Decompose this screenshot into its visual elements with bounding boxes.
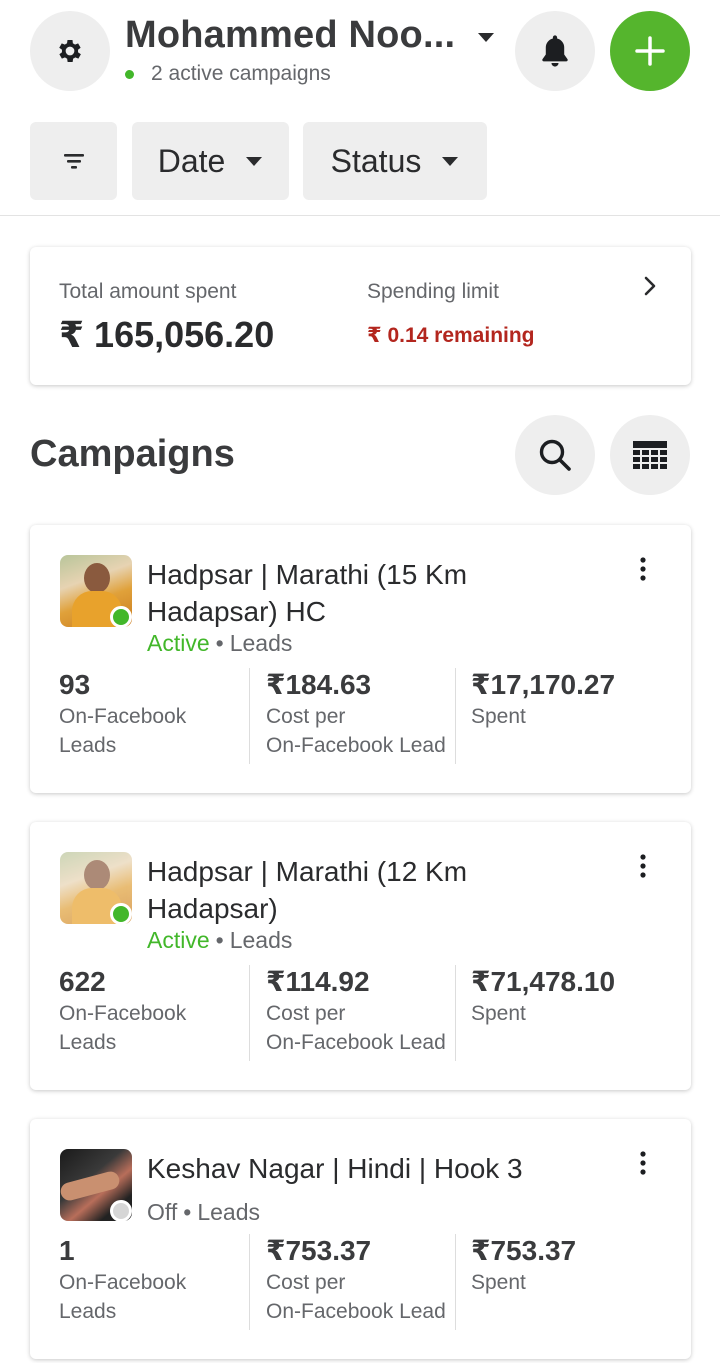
metric-label: Cost per bbox=[266, 1002, 346, 1025]
campaign-metrics: 1 On-Facebook Leads ₹753.37 Cost per On-… bbox=[30, 1234, 691, 1330]
campaign-state: Off bbox=[147, 1199, 178, 1225]
spending-limit-remaining: ₹ 0.14 remaining bbox=[367, 324, 535, 347]
account-name[interactable]: Mohammed Noo... bbox=[125, 14, 455, 57]
search-campaigns-button[interactable] bbox=[515, 415, 595, 495]
table-view-button[interactable] bbox=[610, 415, 690, 495]
chevron-right-icon[interactable] bbox=[642, 275, 658, 297]
caret-down-icon bbox=[442, 157, 459, 166]
metric-cost-per-lead: ₹184.63 Cost per On-Facebook Lead bbox=[249, 668, 455, 764]
date-filter-label: Date bbox=[157, 142, 226, 179]
campaign-objective: Leads bbox=[229, 927, 293, 953]
create-campaign-button[interactable] bbox=[610, 11, 690, 91]
campaign-status-dot bbox=[110, 1200, 132, 1222]
campaign-objective: Leads bbox=[197, 1199, 260, 1225]
date-filter-dropdown[interactable]: Date bbox=[132, 122, 289, 200]
gear-icon bbox=[59, 40, 81, 62]
metric-leads: 1 On-Facebook Leads bbox=[59, 1234, 249, 1330]
filter-lines-icon bbox=[63, 154, 84, 169]
spending-limit-label: Spending limit bbox=[367, 280, 499, 303]
campaign-metrics: 622 On-Facebook Leads ₹114.92 Cost per O… bbox=[30, 965, 691, 1061]
total-spent-value: ₹ 165,056.20 bbox=[59, 314, 275, 355]
metric-label: On-Facebook Lead bbox=[266, 1031, 446, 1054]
metric-label: On-Facebook bbox=[59, 1271, 187, 1294]
metric-label: Leads bbox=[59, 734, 117, 757]
search-icon bbox=[539, 439, 571, 471]
more-options-icon[interactable] bbox=[635, 852, 651, 882]
metric-cost-per-lead: ₹114.92 Cost per On-Facebook Lead bbox=[249, 965, 455, 1061]
total-spent-label: Total amount spent bbox=[59, 280, 237, 303]
bell-icon bbox=[542, 35, 568, 67]
campaign-name: Hadpsar | Marathi (15 Km Hadapsar) HC bbox=[147, 559, 468, 627]
metric-value: 622 bbox=[59, 966, 106, 997]
metric-leads: 93 On-Facebook Leads bbox=[59, 668, 249, 764]
campaign-card[interactable]: Hadpsar | Marathi (15 Km Hadapsar) HC Ac… bbox=[30, 525, 691, 793]
more-options-icon[interactable] bbox=[635, 1149, 651, 1179]
metric-value: 1 bbox=[59, 1235, 75, 1266]
active-dot bbox=[125, 69, 134, 79]
spending-summary-card[interactable]: Total amount spent ₹ 165,056.20 Spending… bbox=[30, 247, 691, 385]
metric-spent: ₹753.37 Spent bbox=[455, 1234, 655, 1330]
caret-down-icon bbox=[246, 157, 263, 166]
app-header: Mohammed Noo... 2 active campaigns bbox=[0, 0, 720, 110]
caret-down-icon[interactable] bbox=[476, 30, 496, 44]
campaigns-title: Campaigns bbox=[30, 433, 235, 475]
campaign-meta: Off • Leads bbox=[147, 1199, 260, 1225]
campaign-state: Active bbox=[147, 927, 210, 953]
metric-label: Spent bbox=[471, 1002, 526, 1025]
campaign-meta: Active • Leads bbox=[147, 630, 293, 656]
campaign-name: Hadpsar | Marathi (12 Km Hadapsar) bbox=[147, 856, 468, 924]
settings-button[interactable] bbox=[30, 11, 110, 91]
metric-value: ₹184.63 bbox=[266, 669, 372, 700]
metric-value: ₹71,478.10 bbox=[471, 966, 616, 997]
filter-button[interactable] bbox=[30, 122, 117, 200]
metric-value: ₹114.92 bbox=[266, 966, 370, 997]
metric-spent: ₹17,170.27 Spent bbox=[455, 668, 655, 764]
metric-cost-per-lead: ₹753.37 Cost per On-Facebook Lead bbox=[249, 1234, 455, 1330]
metric-label: Spent bbox=[471, 705, 526, 728]
metric-label: On-Facebook Lead bbox=[266, 1300, 446, 1323]
status-filter-dropdown[interactable]: Status bbox=[303, 122, 487, 200]
status-filter-label: Status bbox=[330, 142, 422, 179]
metric-label: Leads bbox=[59, 1300, 117, 1323]
metric-label: On-Facebook Lead bbox=[266, 734, 446, 757]
campaign-name: Keshav Nagar | Hindi | Hook 3 bbox=[147, 1153, 523, 1184]
metric-value: ₹17,170.27 bbox=[471, 669, 616, 700]
plus-icon bbox=[635, 36, 665, 66]
metric-label: Spent bbox=[471, 1271, 526, 1294]
metric-label: On-Facebook bbox=[59, 1002, 187, 1025]
campaign-card[interactable]: Hadpsar | Marathi (12 Km Hadapsar) Activ… bbox=[30, 822, 691, 1090]
campaign-status-dot bbox=[110, 903, 132, 925]
campaign-objective: Leads bbox=[229, 630, 293, 656]
active-campaigns-text: 2 active campaigns bbox=[151, 62, 331, 85]
metric-label: Leads bbox=[59, 1031, 117, 1054]
metric-label: Cost per bbox=[266, 705, 346, 728]
table-icon bbox=[633, 441, 667, 469]
metric-value: 93 bbox=[59, 669, 91, 700]
campaign-card[interactable]: Keshav Nagar | Hindi | Hook 3 Off • Leads … bbox=[30, 1119, 691, 1359]
campaign-metrics: 93 On-Facebook Leads ₹184.63 Cost per On… bbox=[30, 668, 691, 764]
notifications-button[interactable] bbox=[515, 11, 595, 91]
more-options-icon[interactable] bbox=[635, 555, 651, 585]
metric-label: On-Facebook bbox=[59, 705, 187, 728]
account-status: 2 active campaigns bbox=[125, 62, 331, 86]
metric-spent: ₹71,478.10 Spent bbox=[455, 965, 655, 1061]
campaign-meta: Active • Leads bbox=[147, 927, 293, 953]
metric-value: ₹753.37 bbox=[471, 1235, 577, 1266]
header-divider bbox=[0, 215, 720, 216]
campaign-state: Active bbox=[147, 630, 210, 656]
metric-value: ₹753.37 bbox=[266, 1235, 372, 1266]
campaign-status-dot bbox=[110, 606, 132, 628]
metric-label: Cost per bbox=[266, 1271, 346, 1294]
metric-leads: 622 On-Facebook Leads bbox=[59, 965, 249, 1061]
